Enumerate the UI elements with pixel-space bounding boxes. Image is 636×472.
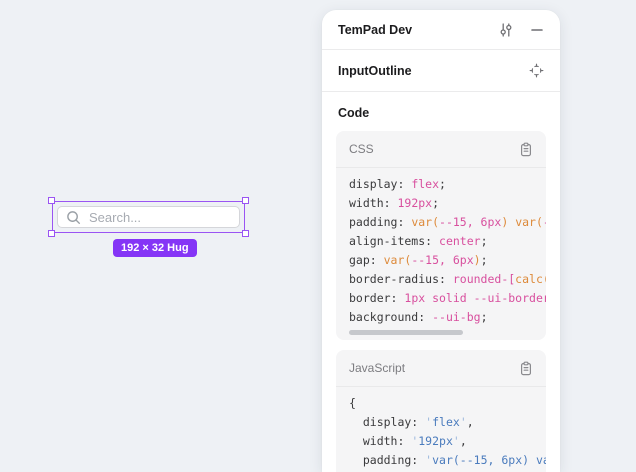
code-block-header: CSS	[336, 131, 546, 168]
dimensions-badge: 192 × 32 Hug	[113, 239, 197, 257]
code-line: align-items: center;	[349, 232, 546, 251]
code-line: width: '192px',	[349, 432, 546, 451]
scrollbar-thumb[interactable]	[349, 330, 463, 335]
code-line: border: 1px solid --ui-border-input;	[349, 289, 546, 308]
code-line: display: 'flex',	[349, 413, 546, 432]
code-line: gap: var(--15, 6px);	[349, 251, 546, 270]
code-section-title: Code	[338, 106, 546, 120]
code-block-label: JavaScript	[349, 361, 519, 375]
tempad-dev-panel: TemPad Dev InputOutline	[322, 10, 560, 472]
minimize-icon[interactable]	[530, 23, 544, 37]
component-name: InputOutline	[338, 64, 529, 78]
code-block: JavaScript { display: 'flex', width: '19…	[336, 350, 546, 472]
code-section: Code CSS display: flex;width: 192px;padd…	[322, 92, 560, 472]
figma-canvas[interactable]: Search... 192 × 32 Hug TemPad Dev	[0, 0, 636, 472]
code-line: background: --ui-bg;	[349, 308, 546, 327]
code-line: padding: 'var(--15, 6px) var(--25, 10px)…	[349, 451, 546, 470]
settings-sliders-icon[interactable]	[498, 22, 514, 38]
horizontal-scrollbar[interactable]	[349, 330, 533, 335]
copy-icon[interactable]	[519, 142, 533, 157]
code-line: border-radius: rounded-[calc(var(--round…	[349, 270, 546, 289]
panel-title: TemPad Dev	[338, 23, 498, 37]
panel-header: TemPad Dev	[322, 10, 560, 50]
code-line: padding: var(--15, 6px) var(--25, 10px);	[349, 213, 546, 232]
code-line: display: flex;	[349, 175, 546, 194]
code-block-label: CSS	[349, 142, 519, 156]
locate-crosshair-icon[interactable]	[529, 63, 544, 78]
code-line: {	[349, 394, 546, 413]
selection-handle-top-right[interactable]	[242, 197, 249, 204]
component-row: InputOutline	[322, 50, 560, 92]
selection-handle-bottom-right[interactable]	[242, 230, 249, 237]
copy-icon[interactable]	[519, 361, 533, 376]
code-line: width: 192px;	[349, 194, 546, 213]
code-blocks: CSS display: flex;width: 192px;padding: …	[336, 131, 546, 472]
search-input[interactable]: Search...	[57, 206, 240, 228]
code-content[interactable]: display: flex;width: 192px;padding: var(…	[336, 168, 546, 327]
selection-handle-bottom-left[interactable]	[48, 230, 55, 237]
code-block-header: JavaScript	[336, 350, 546, 387]
code-content[interactable]: { display: 'flex', width: '192px', paddi…	[336, 387, 546, 472]
selection-overlay[interactable]: Search...	[52, 201, 245, 233]
search-placeholder: Search...	[89, 210, 141, 225]
selection-handle-top-left[interactable]	[48, 197, 55, 204]
search-icon	[66, 210, 81, 225]
code-block: CSS display: flex;width: 192px;padding: …	[336, 131, 546, 340]
